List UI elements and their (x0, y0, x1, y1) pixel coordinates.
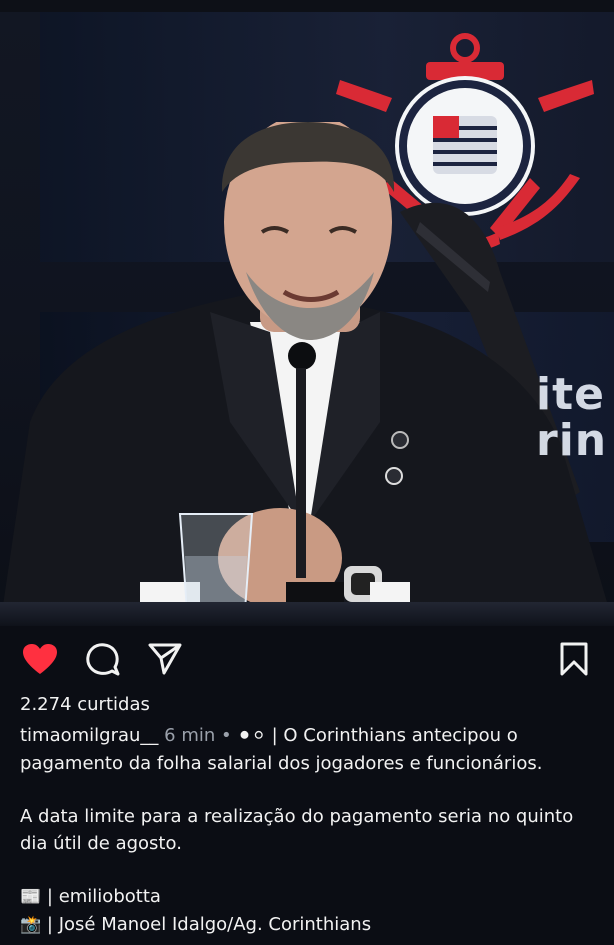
credit-line-photo: 📸 | José Manoel Idalgo/Ag. Corinthians (20, 911, 600, 939)
status-bar-strip (0, 0, 614, 12)
credit-photographer: | José Manoel Idalgo/Ag. Corinthians (46, 914, 372, 935)
desk-edge (0, 602, 614, 626)
crest-anchor (426, 33, 504, 80)
likes-count[interactable]: 2.274 curtidas (20, 694, 150, 715)
post-time: 6 min (164, 725, 216, 746)
comment-icon[interactable] (86, 642, 120, 676)
meta-separator: • (221, 725, 232, 746)
post-action-bar (0, 626, 614, 692)
credit-writer: | emiliobotta (46, 886, 161, 907)
username-link[interactable]: timaomilgrau__ (20, 725, 158, 746)
heart-icon[interactable] (22, 643, 58, 675)
microphone (286, 342, 344, 626)
backdrop-lettering: ite rin (536, 369, 608, 466)
credit-line-news: 📰 | emiliobotta (20, 883, 600, 911)
share-icon[interactable] (148, 643, 182, 675)
camera-flash-icon: 📸 (20, 915, 42, 935)
caption-text-2: A data limite para a realização do pagam… (20, 806, 574, 854)
newspaper-icon: 📰 (20, 887, 42, 907)
post-photo[interactable]: ite rin (0, 12, 614, 626)
post-caption: timaomilgrau__ 6 min • ⚫⚪ | O Corinthian… (20, 722, 600, 939)
bookmark-icon[interactable] (560, 642, 588, 676)
club-color-badges: ⚫⚪ (237, 726, 266, 746)
